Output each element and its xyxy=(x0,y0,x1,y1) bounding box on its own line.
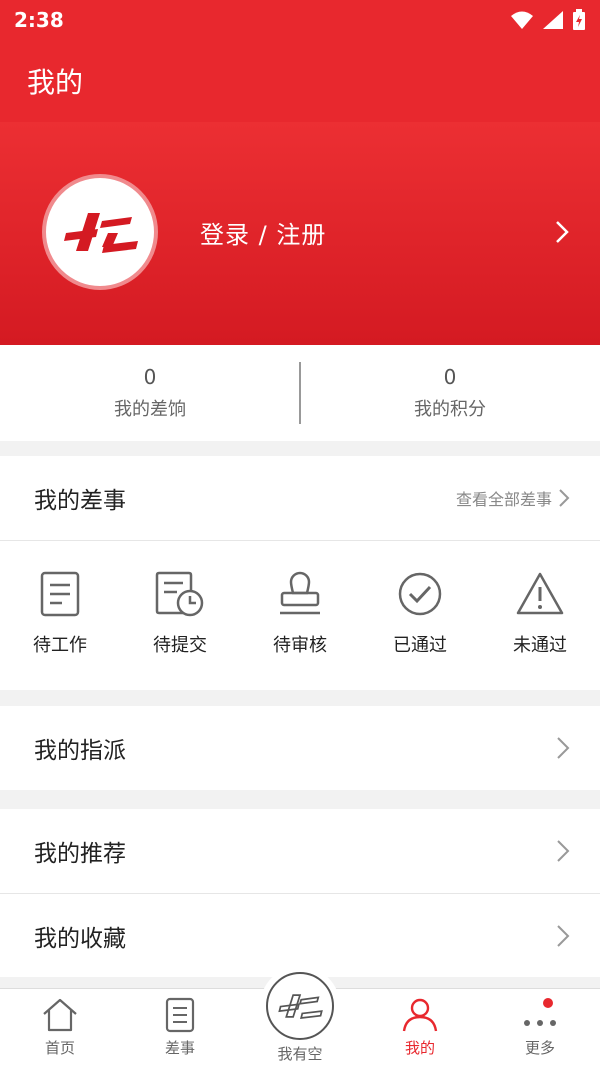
tab-tasks[interactable]: 差事 xyxy=(120,989,240,1066)
signal-icon xyxy=(543,11,563,29)
menu-label: 我的收藏 xyxy=(34,925,126,952)
chevron-right-icon xyxy=(557,924,570,947)
stats-bar: 0 我的差饷 0 我的积分 xyxy=(0,345,600,441)
document-clock-icon xyxy=(155,571,204,617)
stat-wage[interactable]: 0 我的差饷 xyxy=(0,345,300,441)
chevron-right-icon xyxy=(559,489,570,507)
assign-section: 我的指派 xyxy=(0,706,600,790)
stat-wage-value: 0 xyxy=(143,365,157,389)
task-label: 待提交 xyxy=(153,635,207,656)
avatar[interactable] xyxy=(42,174,158,290)
task-label: 未通过 xyxy=(513,635,567,656)
task-pending-work[interactable]: 待工作 xyxy=(0,541,120,690)
wifi-icon xyxy=(511,11,533,29)
stat-wage-label: 我的差饷 xyxy=(114,399,186,420)
stat-points-label: 我的积分 xyxy=(414,399,486,420)
view-all-tasks-label: 查看全部差事 xyxy=(455,490,552,509)
task-status-grid: 待工作 待提交 待审核 已通过 未通过 xyxy=(0,540,600,690)
menu-my-favorites[interactable]: 我的收藏 xyxy=(0,893,600,977)
my-tasks-title: 我的差事 xyxy=(34,488,126,514)
status-bar: 2:38 xyxy=(0,0,600,40)
my-tasks-section: 我的差事 查看全部差事 xyxy=(0,456,600,540)
user-icon xyxy=(402,998,438,1032)
task-label: 待审核 xyxy=(273,635,327,656)
tab-mine[interactable]: 我的 xyxy=(360,989,480,1066)
task-pending-submit[interactable]: 待提交 xyxy=(120,541,240,690)
task-label: 已通过 xyxy=(393,635,447,656)
chevron-right-icon xyxy=(556,221,569,243)
stat-points-value: 0 xyxy=(443,365,457,389)
tab-i-am-free-button[interactable] xyxy=(266,972,334,1040)
battery-icon xyxy=(573,9,585,30)
tab-home[interactable]: 首页 xyxy=(0,989,120,1066)
task-label: 待工作 xyxy=(33,635,87,656)
document-icon xyxy=(40,571,80,617)
task-approved[interactable]: 已通过 xyxy=(360,541,480,690)
tab-free-label: 我有空 xyxy=(277,1045,323,1063)
menu-label: 我的指派 xyxy=(34,738,126,764)
tab-label: 差事 xyxy=(164,1039,195,1057)
menu-label: 我的推荐 xyxy=(34,841,126,867)
system-icons xyxy=(510,9,586,31)
task-pending-review[interactable]: 待审核 xyxy=(240,541,360,690)
logo-icon xyxy=(278,994,323,1019)
warning-icon xyxy=(516,572,564,615)
my-tasks-header: 我的差事 查看全部差事 xyxy=(0,456,600,540)
stat-points[interactable]: 0 我的积分 xyxy=(300,345,600,441)
stats-divider xyxy=(299,362,301,424)
page-title: 我的 xyxy=(27,66,84,99)
tab-label: 更多 xyxy=(524,1039,555,1057)
check-circle-icon xyxy=(398,572,442,616)
tab-label: 我的 xyxy=(404,1039,435,1057)
tab-more[interactable]: 更多 xyxy=(480,989,600,1066)
menu-section: 我的推荐 我的收藏 xyxy=(0,809,600,977)
notification-dot xyxy=(543,998,553,1008)
status-time: 2:38 xyxy=(14,8,64,32)
logo-icon xyxy=(64,213,138,253)
more-dots-icon xyxy=(524,1020,556,1026)
app-bar: 我的 xyxy=(0,40,600,122)
chevron-right-icon xyxy=(557,737,570,759)
profile-header[interactable]: 登录 / 注册 xyxy=(0,122,600,345)
tab-label: 首页 xyxy=(44,1039,75,1057)
view-all-tasks-link[interactable]: 查看全部差事 xyxy=(456,486,570,510)
menu-my-recommendations[interactable]: 我的推荐 xyxy=(0,809,600,893)
list-icon xyxy=(165,997,195,1033)
task-rejected[interactable]: 未通过 xyxy=(480,541,600,690)
stamp-icon xyxy=(280,571,320,615)
chevron-right-icon xyxy=(557,840,570,862)
login-register-link[interactable]: 登录 / 注册 xyxy=(200,215,326,250)
menu-my-assignments[interactable]: 我的指派 xyxy=(0,706,600,790)
home-icon xyxy=(43,998,77,1032)
